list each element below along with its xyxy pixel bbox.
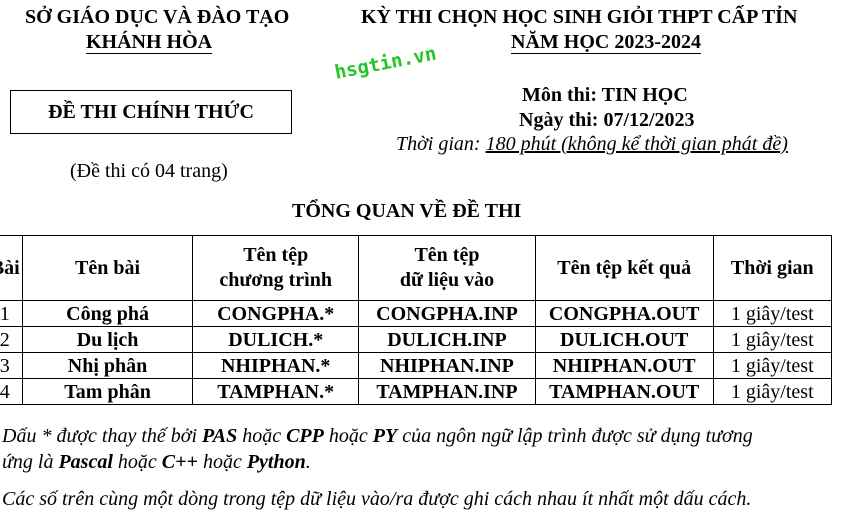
note-text: Dấu * được thay thế bởi xyxy=(2,425,202,447)
official-exam-box: ĐỀ THI CHÍNH THỨC xyxy=(10,90,292,134)
table-row: 3 Nhị phân NHIPHAN.* NHIPHAN.INP NHIPHAN… xyxy=(0,352,832,379)
exam-overview-table: Bài Tên bài Tên tệp chương trình Tên tệp… xyxy=(0,235,832,405)
subject: Môn thi: TIN HỌC xyxy=(522,84,688,106)
note-text: . xyxy=(305,451,311,473)
row-task-name: Công phá xyxy=(21,300,194,327)
row-time-limit: 1 giây/test xyxy=(712,378,832,405)
note-text: hoặc xyxy=(323,425,373,447)
note-text: hoặc xyxy=(237,425,287,447)
note-bold-py: PY xyxy=(372,425,398,447)
duration-label: Thời gian: xyxy=(396,133,486,155)
header-input-line1: Tên tệp xyxy=(414,244,480,266)
note-bold-cpp-lang: C++ xyxy=(161,451,198,473)
exam-date: Ngày thi: 07/12/2023 xyxy=(519,109,695,131)
school-year: NĂM HỌC 2023-2024 xyxy=(511,31,701,54)
row-input-file: CONGPHA.INP xyxy=(358,300,536,327)
row-task-name: Du lịch xyxy=(21,326,194,353)
row-input-file: DULICH.INP xyxy=(358,326,536,353)
row-program-file: TAMPHAN.* xyxy=(192,378,360,405)
row-time-limit: 1 giây/test xyxy=(712,300,832,327)
header-input-line2: dữ liệu vào xyxy=(399,269,495,291)
header-output: Tên tệp kết quả xyxy=(534,235,714,301)
exam-title: KỲ THI CHỌN HỌC SINH GIỎI THPT CẤP TỈN xyxy=(361,6,798,28)
province-name: KHÁNH HÒA xyxy=(86,31,213,54)
row-output-file: NHIPHAN.OUT xyxy=(534,352,714,379)
row-num: 4 xyxy=(0,378,23,405)
watermark: hsgtin.vn xyxy=(332,42,439,84)
row-num: 1 xyxy=(0,300,23,327)
row-output-file: DULICH.OUT xyxy=(534,326,714,353)
note-text: hoặc xyxy=(112,451,162,473)
row-time-limit: 1 giây/test xyxy=(712,326,832,353)
note-text: ứng là xyxy=(2,451,59,473)
note-bold-pas: PAS xyxy=(202,425,238,447)
row-program-file: NHIPHAN.* xyxy=(192,352,360,379)
table-row: 1 Công phá CONGPHA.* CONGPHA.INP CONGPHA… xyxy=(0,300,832,327)
note-bold-python: Python xyxy=(246,451,306,473)
duration-value: 180 phút (không kể thời gian phát đề) xyxy=(485,133,788,155)
table-row: 4 Tam phân TAMPHAN.* TAMPHAN.INP TAMPHAN… xyxy=(0,378,832,405)
row-task-name: Tam phân xyxy=(21,378,194,405)
row-input-file: NHIPHAN.INP xyxy=(358,352,536,379)
row-output-file: TAMPHAN.OUT xyxy=(534,378,714,405)
header-program-line1: Tên tệp xyxy=(243,244,309,266)
row-program-file: DULICH.* xyxy=(192,326,360,353)
note-extension-line1: Dấu * được thay thế bởi PAS hoặc CPP hoặ… xyxy=(2,425,753,448)
note-extension-line2: ứng là Pascal hoặc C++ hoặc Python. xyxy=(2,451,311,474)
header-program: Tên tệp chương trình xyxy=(192,235,360,301)
row-input-file: TAMPHAN.INP xyxy=(358,378,536,405)
page-count: (Đề thi có 04 trang) xyxy=(70,160,228,182)
department-name: SỞ GIÁO DỤC VÀ ĐÀO TẠO xyxy=(25,6,290,28)
row-num: 3 xyxy=(0,352,23,379)
header-num: Bài xyxy=(0,235,23,301)
note-io-format: Các số trên cùng một dòng trong tệp dữ l… xyxy=(2,488,752,510)
table-header-row: Bài Tên bài Tên tệp chương trình Tên tệp… xyxy=(0,235,832,301)
header-name: Tên bài xyxy=(21,235,194,301)
table-row: 2 Du lịch DULICH.* DULICH.INP DULICH.OUT… xyxy=(0,326,832,353)
section-title: TỔNG QUAN VỀ ĐỀ THI xyxy=(292,200,522,222)
row-time-limit: 1 giây/test xyxy=(712,352,832,379)
note-bold-cpp: CPP xyxy=(286,425,324,447)
header-input: Tên tệp dữ liệu vào xyxy=(358,235,536,301)
duration: Thời gian: 180 phút (không kể thời gian … xyxy=(396,133,788,156)
row-program-file: CONGPHA.* xyxy=(192,300,360,327)
note-text: của ngôn ngữ lập trình được sử dụng tươn… xyxy=(397,425,753,447)
row-num: 2 xyxy=(0,326,23,353)
note-bold-pascal: Pascal xyxy=(58,451,113,473)
header-program-line2: chương trình xyxy=(219,269,332,291)
row-task-name: Nhị phân xyxy=(21,352,194,379)
header-time: Thời gian xyxy=(712,235,832,301)
note-text: hoặc xyxy=(197,451,247,473)
row-output-file: CONGPHA.OUT xyxy=(534,300,714,327)
